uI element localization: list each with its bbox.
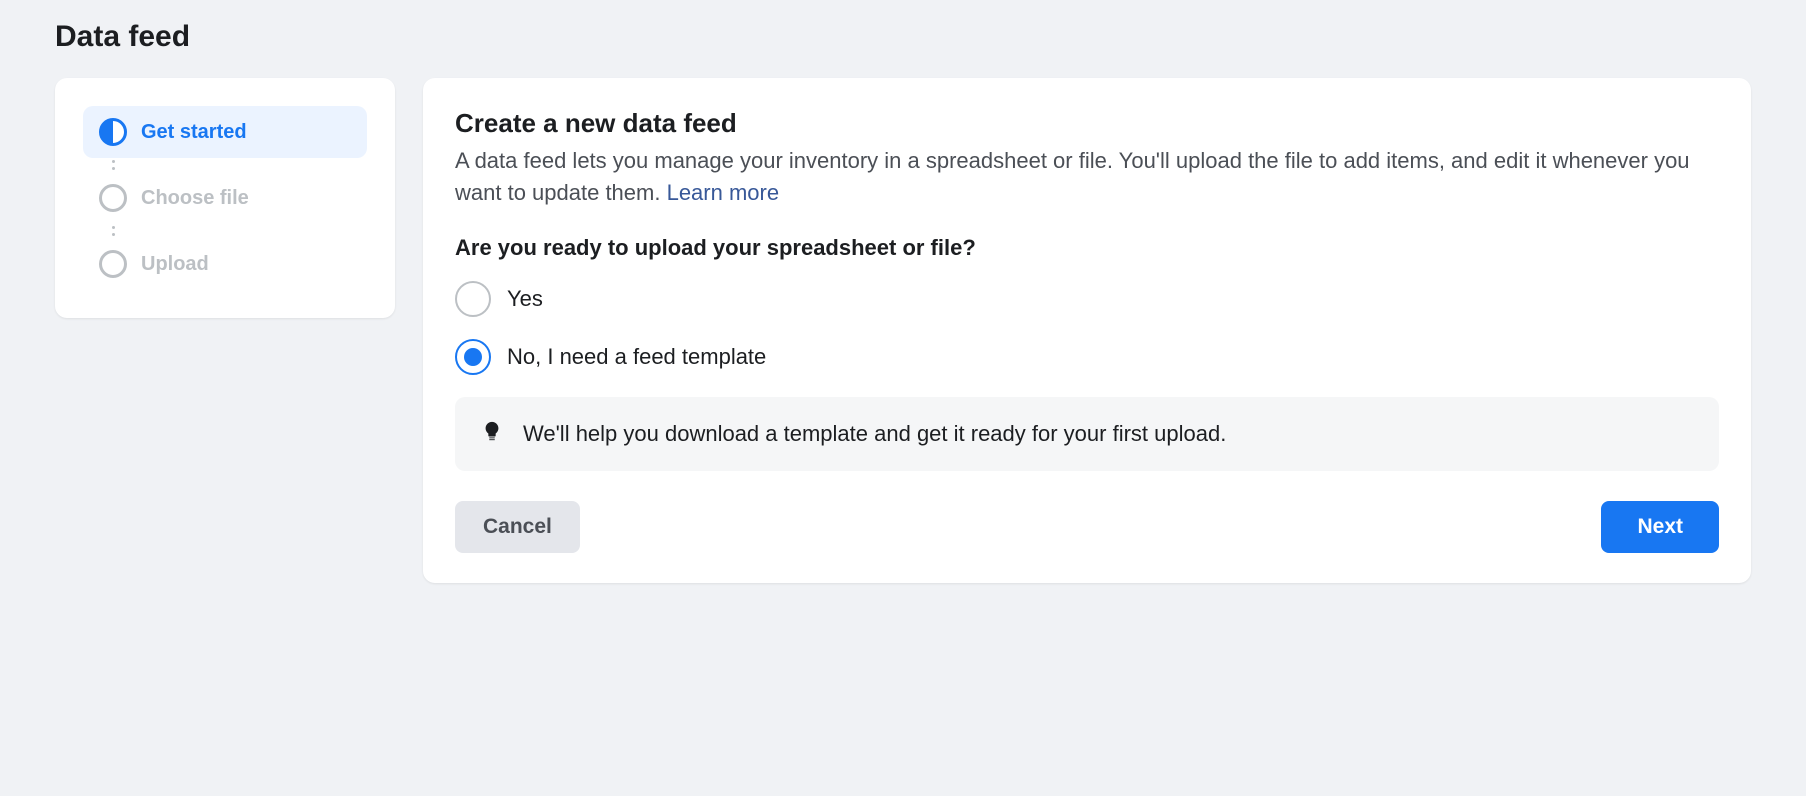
step-choose-file[interactable]: Choose file [83, 172, 367, 224]
learn-more-link[interactable]: Learn more [667, 180, 780, 205]
layout: Get started Choose file Upload Create a … [55, 78, 1751, 583]
radio-label: Yes [507, 286, 543, 312]
upload-question: Are you ready to upload your spreadsheet… [455, 235, 1719, 261]
step-label: Choose file [141, 187, 249, 210]
step-label: Get started [141, 121, 247, 144]
cancel-button[interactable]: Cancel [455, 501, 580, 553]
info-text: We'll help you download a template and g… [523, 421, 1226, 447]
half-circle-icon [99, 118, 127, 146]
button-row: Cancel Next [455, 501, 1719, 553]
card-title: Create a new data feed [455, 108, 1719, 139]
main-card: Create a new data feed A data feed lets … [423, 78, 1751, 583]
description-text: A data feed lets you manage your invento… [455, 148, 1690, 205]
card-description: A data feed lets you manage your invento… [455, 145, 1719, 209]
radio-icon-selected [455, 339, 491, 375]
step-connector [112, 224, 367, 238]
empty-circle-icon [99, 184, 127, 212]
step-connector [112, 158, 367, 172]
radio-icon [455, 281, 491, 317]
step-upload[interactable]: Upload [83, 238, 367, 290]
radio-option-yes[interactable]: Yes [455, 281, 1719, 317]
radio-label: No, I need a feed template [507, 344, 766, 370]
radio-option-no-template[interactable]: No, I need a feed template [455, 339, 1719, 375]
lightbulb-icon [481, 419, 503, 449]
info-banner: We'll help you download a template and g… [455, 397, 1719, 471]
empty-circle-icon [99, 250, 127, 278]
next-button[interactable]: Next [1601, 501, 1719, 553]
sidebar: Get started Choose file Upload [55, 78, 395, 318]
step-get-started[interactable]: Get started [83, 106, 367, 158]
page-title: Data feed [55, 20, 1751, 54]
step-label: Upload [141, 253, 209, 276]
